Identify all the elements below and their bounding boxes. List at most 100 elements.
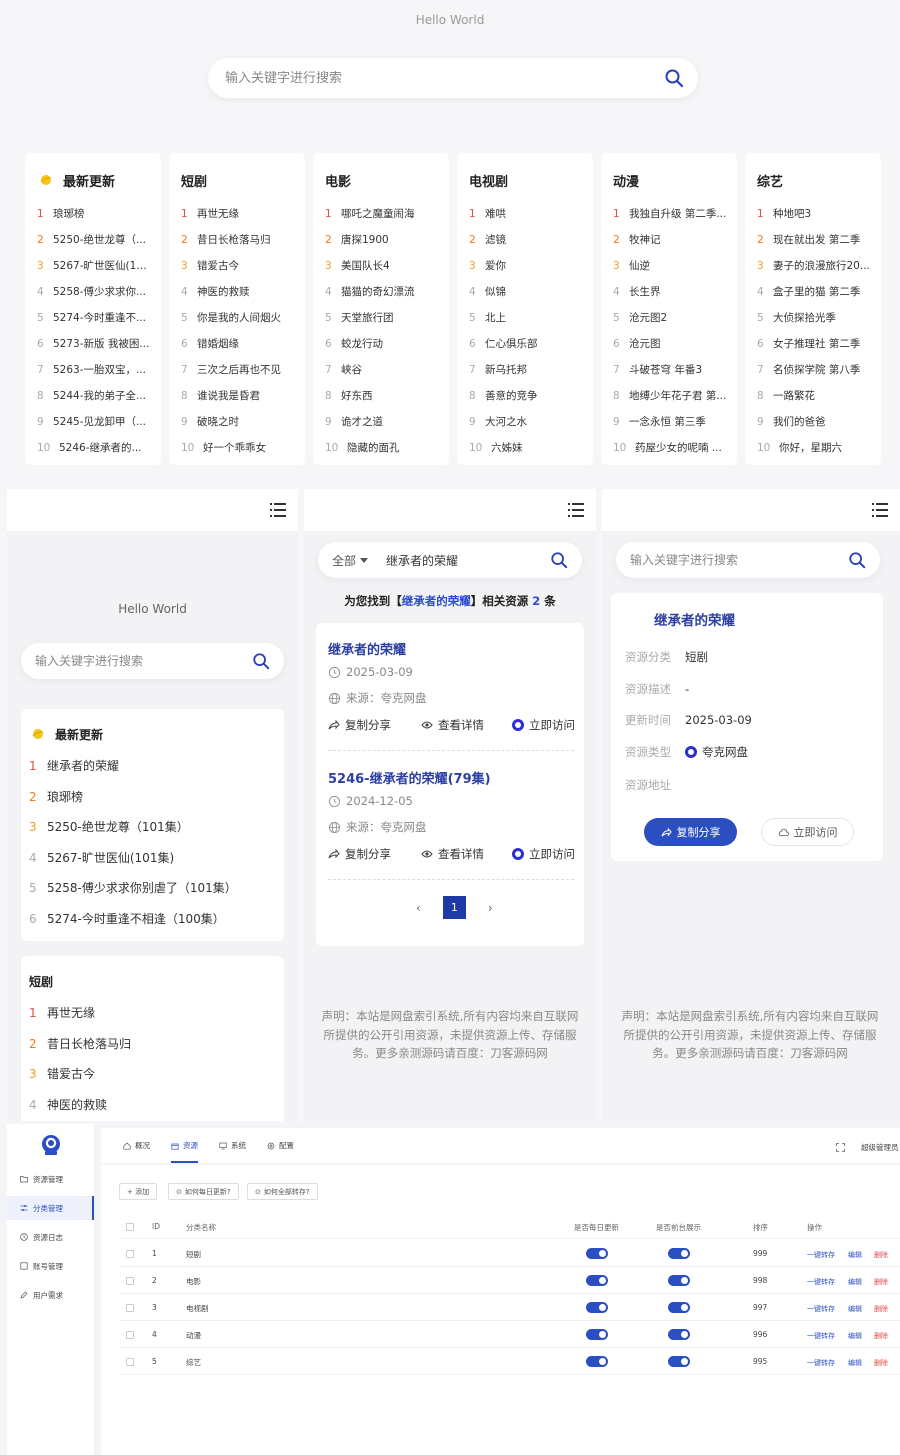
- list-item[interactable]: 10 药屋少女的呢喃 ...: [613, 435, 727, 461]
- list-item[interactable]: 8 谁说我是昏君: [181, 383, 295, 409]
- edit-button[interactable]: 编辑: [848, 1277, 862, 1287]
- add-button[interactable]: + 添加: [119, 1183, 158, 1200]
- list-item[interactable]: 5 5274-今时重逢不...: [37, 305, 151, 331]
- filter-select[interactable]: 全部: [332, 552, 369, 569]
- transfer-button[interactable]: 一键转存: [807, 1250, 835, 1260]
- frontend-show-toggle[interactable]: [668, 1329, 690, 1340]
- list-item[interactable]: 7 5263-一胎双宝，...: [37, 357, 151, 383]
- select-all-checkbox[interactable]: [126, 1223, 134, 1231]
- list-item[interactable]: 5 大侦探拾光季: [757, 305, 871, 331]
- search-icon[interactable]: [848, 551, 866, 569]
- sidebar-item-category[interactable]: 分类管理: [7, 1196, 94, 1220]
- fullscreen-icon[interactable]: [836, 1143, 845, 1152]
- frontend-show-toggle[interactable]: [668, 1302, 690, 1313]
- list-item[interactable]: 7 斗破苍穹 年番3: [613, 357, 727, 383]
- result-search-input[interactable]: [386, 553, 550, 567]
- view-detail-button[interactable]: 查看详情: [421, 717, 484, 733]
- list-item[interactable]: 7 新乌托邦: [469, 357, 583, 383]
- tab-resource[interactable]: 资源: [171, 1140, 198, 1163]
- row-checkbox[interactable]: [126, 1331, 134, 1339]
- edit-button[interactable]: 编辑: [848, 1304, 862, 1314]
- search-icon[interactable]: [664, 68, 684, 88]
- category-title[interactable]: 电影: [325, 169, 439, 191]
- list-item[interactable]: 2 昔日长枪落马归: [181, 227, 295, 253]
- tab-overview[interactable]: 概况: [123, 1140, 150, 1151]
- list-item[interactable]: 6 蛟龙行动: [325, 331, 439, 357]
- list-item[interactable]: 10 你好，星期六: [757, 435, 871, 461]
- list-item[interactable]: 6 沧元图: [613, 331, 727, 357]
- view-detail-button[interactable]: 查看详情: [421, 846, 484, 862]
- list-item[interactable]: 2 滤镜: [469, 227, 583, 253]
- list-item[interactable]: 4 5258-傅少求求你...: [37, 279, 151, 305]
- row-checkbox[interactable]: [126, 1358, 134, 1366]
- list-item[interactable]: 1 哪吒之魔童闹海: [325, 201, 439, 227]
- transfer-all-help-button[interactable]: ⊙ 如何全部转存?: [247, 1183, 318, 1200]
- list-item[interactable]: 8 善意的竞争: [469, 383, 583, 409]
- transfer-button[interactable]: 一键转存: [807, 1277, 835, 1287]
- list-item[interactable]: 10 好一个乖乖女: [181, 435, 295, 461]
- list-item[interactable]: 9 我们的爸爸: [757, 409, 871, 435]
- list-item[interactable]: 5 沧元图2: [613, 305, 727, 331]
- sidebar-item-request[interactable]: 用户需求: [7, 1283, 94, 1307]
- prev-page-button[interactable]: ‹: [416, 901, 421, 915]
- copy-share-button[interactable]: 复制分享: [328, 846, 391, 862]
- category-title[interactable]: 动漫: [613, 169, 727, 191]
- list-item[interactable]: 3 爱你: [469, 253, 583, 279]
- search-icon[interactable]: [550, 551, 568, 569]
- list-item[interactable]: 5 天堂旅行团: [325, 305, 439, 331]
- list-item[interactable]: 1 继承者的荣耀: [29, 751, 284, 782]
- delete-button[interactable]: 删除: [874, 1250, 888, 1260]
- delete-button[interactable]: 删除: [874, 1358, 888, 1368]
- list-item[interactable]: 2 琅琊榜: [29, 782, 284, 813]
- list-item[interactable]: 1 我独自升级 第二季...: [613, 201, 727, 227]
- list-item[interactable]: 2 牧神记: [613, 227, 727, 253]
- list-item[interactable]: 6 错婚烟缘: [181, 331, 295, 357]
- list-item[interactable]: 4 猫猫的奇幻漂流: [325, 279, 439, 305]
- row-checkbox[interactable]: [126, 1250, 134, 1258]
- menu-icon[interactable]: [568, 503, 584, 517]
- transfer-button[interactable]: 一键转存: [807, 1304, 835, 1314]
- list-item[interactable]: 8 5244-我的弟子全...: [37, 383, 151, 409]
- list-item[interactable]: 6 女子推理社 第二季: [757, 331, 871, 357]
- category-title[interactable]: 电视剧: [469, 169, 583, 191]
- list-item[interactable]: 3 5250-绝世龙尊（101集）: [29, 812, 284, 843]
- edit-button[interactable]: 编辑: [848, 1358, 862, 1368]
- list-item[interactable]: 9 大河之水: [469, 409, 583, 435]
- list-item[interactable]: 10 六姊妹: [469, 435, 583, 461]
- list-item[interactable]: 4 长生界: [613, 279, 727, 305]
- list-item[interactable]: 8 一路繁花: [757, 383, 871, 409]
- list-item[interactable]: 1 琅琊榜: [37, 201, 151, 227]
- list-item[interactable]: 1 再世无缘: [181, 201, 295, 227]
- transfer-button[interactable]: 一键转存: [807, 1358, 835, 1368]
- list-item[interactable]: 3 美国队长4: [325, 253, 439, 279]
- search-input[interactable]: [225, 70, 664, 86]
- list-item[interactable]: 7 三次之后再也不见: [181, 357, 295, 383]
- list-item[interactable]: 8 地缚少年花子君 第...: [613, 383, 727, 409]
- list-item[interactable]: 5 5258-傅少求求你别虐了（101集）: [29, 873, 284, 904]
- list-item[interactable]: 6 仁心俱乐部: [469, 331, 583, 357]
- daily-update-toggle[interactable]: [586, 1356, 608, 1367]
- detail-search-input[interactable]: [630, 553, 848, 567]
- sidebar-item-account[interactable]: 账号管理: [7, 1254, 94, 1278]
- result-title[interactable]: 5246-继承者的荣耀(79集): [328, 768, 491, 787]
- list-item[interactable]: 9 破晓之时: [181, 409, 295, 435]
- list-item[interactable]: 3 妻子的浪漫旅行20...: [757, 253, 871, 279]
- list-item[interactable]: 6 5274-今时重逢不相逢（100集）: [29, 904, 284, 935]
- list-item[interactable]: 2 5250-绝世龙尊（...: [37, 227, 151, 253]
- user-name[interactable]: 超级管理员: [861, 1142, 899, 1153]
- menu-icon[interactable]: [270, 503, 286, 517]
- frontend-show-toggle[interactable]: [668, 1356, 690, 1367]
- list-item[interactable]: 5 你是我的人间烟火: [181, 305, 295, 331]
- list-item[interactable]: 4 5267-旷世医仙(101集): [29, 843, 284, 874]
- frontend-show-toggle[interactable]: [668, 1275, 690, 1286]
- list-item[interactable]: 3 5267-旷世医仙(10...: [37, 253, 151, 279]
- row-checkbox[interactable]: [126, 1277, 134, 1285]
- list-item[interactable]: 8 好东西: [325, 383, 439, 409]
- daily-update-toggle[interactable]: [586, 1302, 608, 1313]
- daily-update-toggle[interactable]: [586, 1329, 608, 1340]
- page-button[interactable]: 1: [442, 896, 466, 919]
- list-item[interactable]: 3 错爱古今: [29, 1059, 284, 1090]
- list-item[interactable]: 4 神医的救赎: [181, 279, 295, 305]
- next-page-button[interactable]: ›: [488, 901, 493, 915]
- list-item[interactable]: 4 似锦: [469, 279, 583, 305]
